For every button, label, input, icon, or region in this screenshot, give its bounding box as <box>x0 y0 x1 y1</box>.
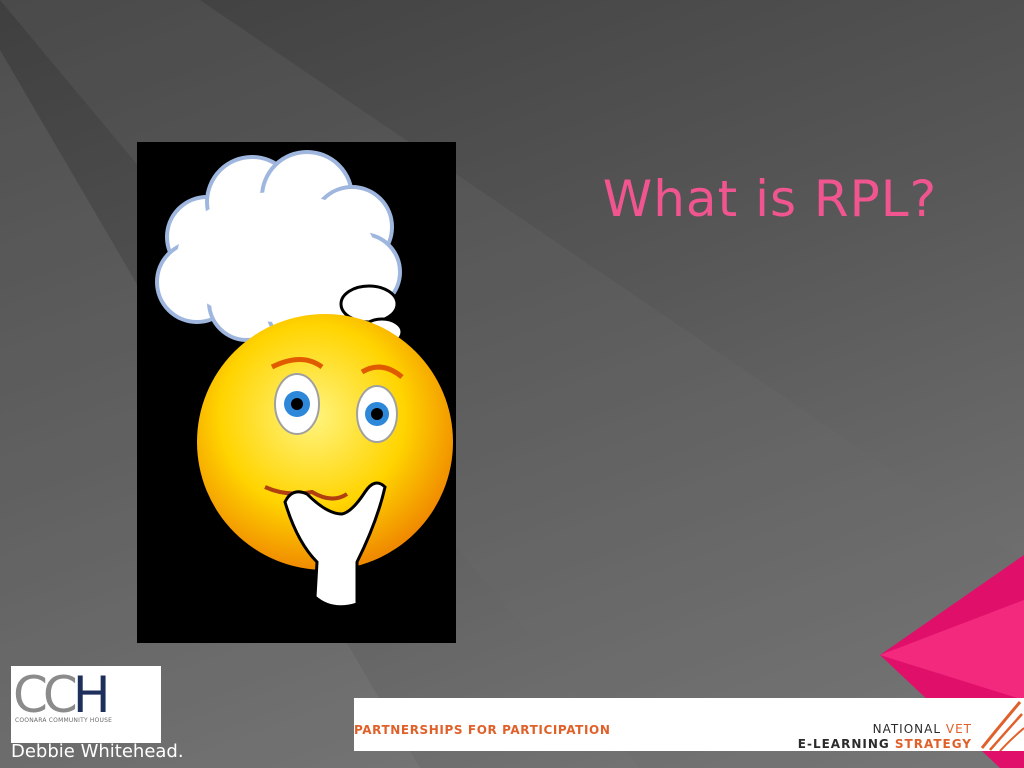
elearning-text: E-LEARNING <box>797 737 890 751</box>
thinking-smiley-icon <box>137 142 456 643</box>
elearning-strategy-text: E-LEARNING STRATEGY <box>798 737 972 751</box>
national-vet-text: NATIONAL VET <box>873 722 972 736</box>
cch-logo-letters-grey: CC <box>13 666 78 724</box>
cch-logo-letters-dark: H <box>72 666 111 724</box>
cch-logo-subtitle: COONARA COMMUNITY HOUSE <box>15 717 113 724</box>
strategy-text: STRATEGY <box>894 737 972 751</box>
partnerships-text: PARTNERSHIPS FOR PARTICIPATION <box>354 723 611 737</box>
slide-title: What is RPL? <box>602 170 938 228</box>
cch-logo-letters: CCH <box>13 666 111 724</box>
cch-logo: CCH COONARA COMMUNITY HOUSE <box>11 666 161 743</box>
vet-text: VET <box>945 722 972 736</box>
footer-banner: PARTNERSHIPS FOR PARTICIPATION NATIONAL … <box>354 698 1024 751</box>
national-text: NATIONAL <box>872 722 942 736</box>
nvs-swoosh-icon <box>980 701 1024 751</box>
author-name: Debbie Whitehead. <box>11 741 184 762</box>
